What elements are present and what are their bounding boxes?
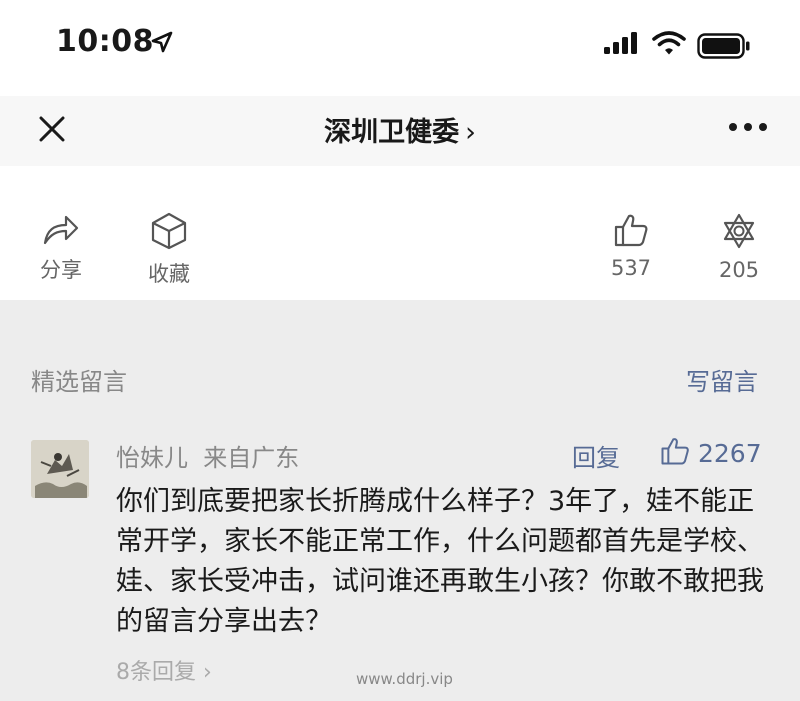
favorite-button[interactable]: 收藏 xyxy=(138,212,200,288)
replies-label: 8条回复 xyxy=(116,660,196,685)
share-icon xyxy=(43,215,79,245)
featured-comments-title: 精选留言 xyxy=(31,368,127,396)
avatar-image xyxy=(31,440,89,498)
share-button[interactable]: 分享 xyxy=(30,212,92,284)
like-count: 537 xyxy=(610,256,652,280)
nav-bar: 深圳卫健委 › xyxy=(0,96,800,166)
comment-text: 你们到底要把家长折腾成什么样子？3年了，娃不能正常开学，家长不能正常工作，什么问… xyxy=(116,486,764,637)
account-title[interactable]: 深圳卫健委 › xyxy=(0,110,800,149)
author-name: 怡妹儿 xyxy=(116,444,188,472)
comment-like-count: 2267 xyxy=(698,439,762,468)
favorite-label: 收藏 xyxy=(148,262,190,286)
comment-author: 怡妹儿 来自广东 xyxy=(116,438,299,473)
chevron-right-icon: › xyxy=(196,660,212,685)
location-arrow-icon xyxy=(151,31,173,53)
cube-icon xyxy=(151,212,187,250)
signal-icon xyxy=(604,32,637,54)
star-icon xyxy=(723,213,755,249)
battery-icon xyxy=(697,33,750,59)
wifi-icon xyxy=(652,31,686,55)
replies-link[interactable]: 8条回复 › xyxy=(116,654,212,686)
share-label: 分享 xyxy=(40,258,82,282)
thumbs-up-icon xyxy=(661,438,689,465)
comment-like-button[interactable]: 2267 xyxy=(660,436,762,468)
watermark-text: www.ddrj.vip xyxy=(356,670,453,688)
write-comment-button[interactable]: 写留言 xyxy=(686,362,758,397)
wow-button[interactable]: 205 xyxy=(708,212,770,282)
thumbs-up-icon xyxy=(614,214,648,247)
wow-count: 205 xyxy=(718,258,760,282)
more-icon[interactable] xyxy=(728,122,768,132)
like-button[interactable]: 537 xyxy=(600,212,662,280)
avatar[interactable] xyxy=(31,440,89,498)
status-bar: 10:08 xyxy=(0,0,800,90)
author-location: 来自广东 xyxy=(203,444,300,472)
reply-button[interactable]: 回复 xyxy=(572,438,620,473)
chevron-right-icon: › xyxy=(465,117,476,148)
status-time: 10:08 xyxy=(56,24,154,59)
account-name: 深圳卫健委 xyxy=(324,117,460,148)
